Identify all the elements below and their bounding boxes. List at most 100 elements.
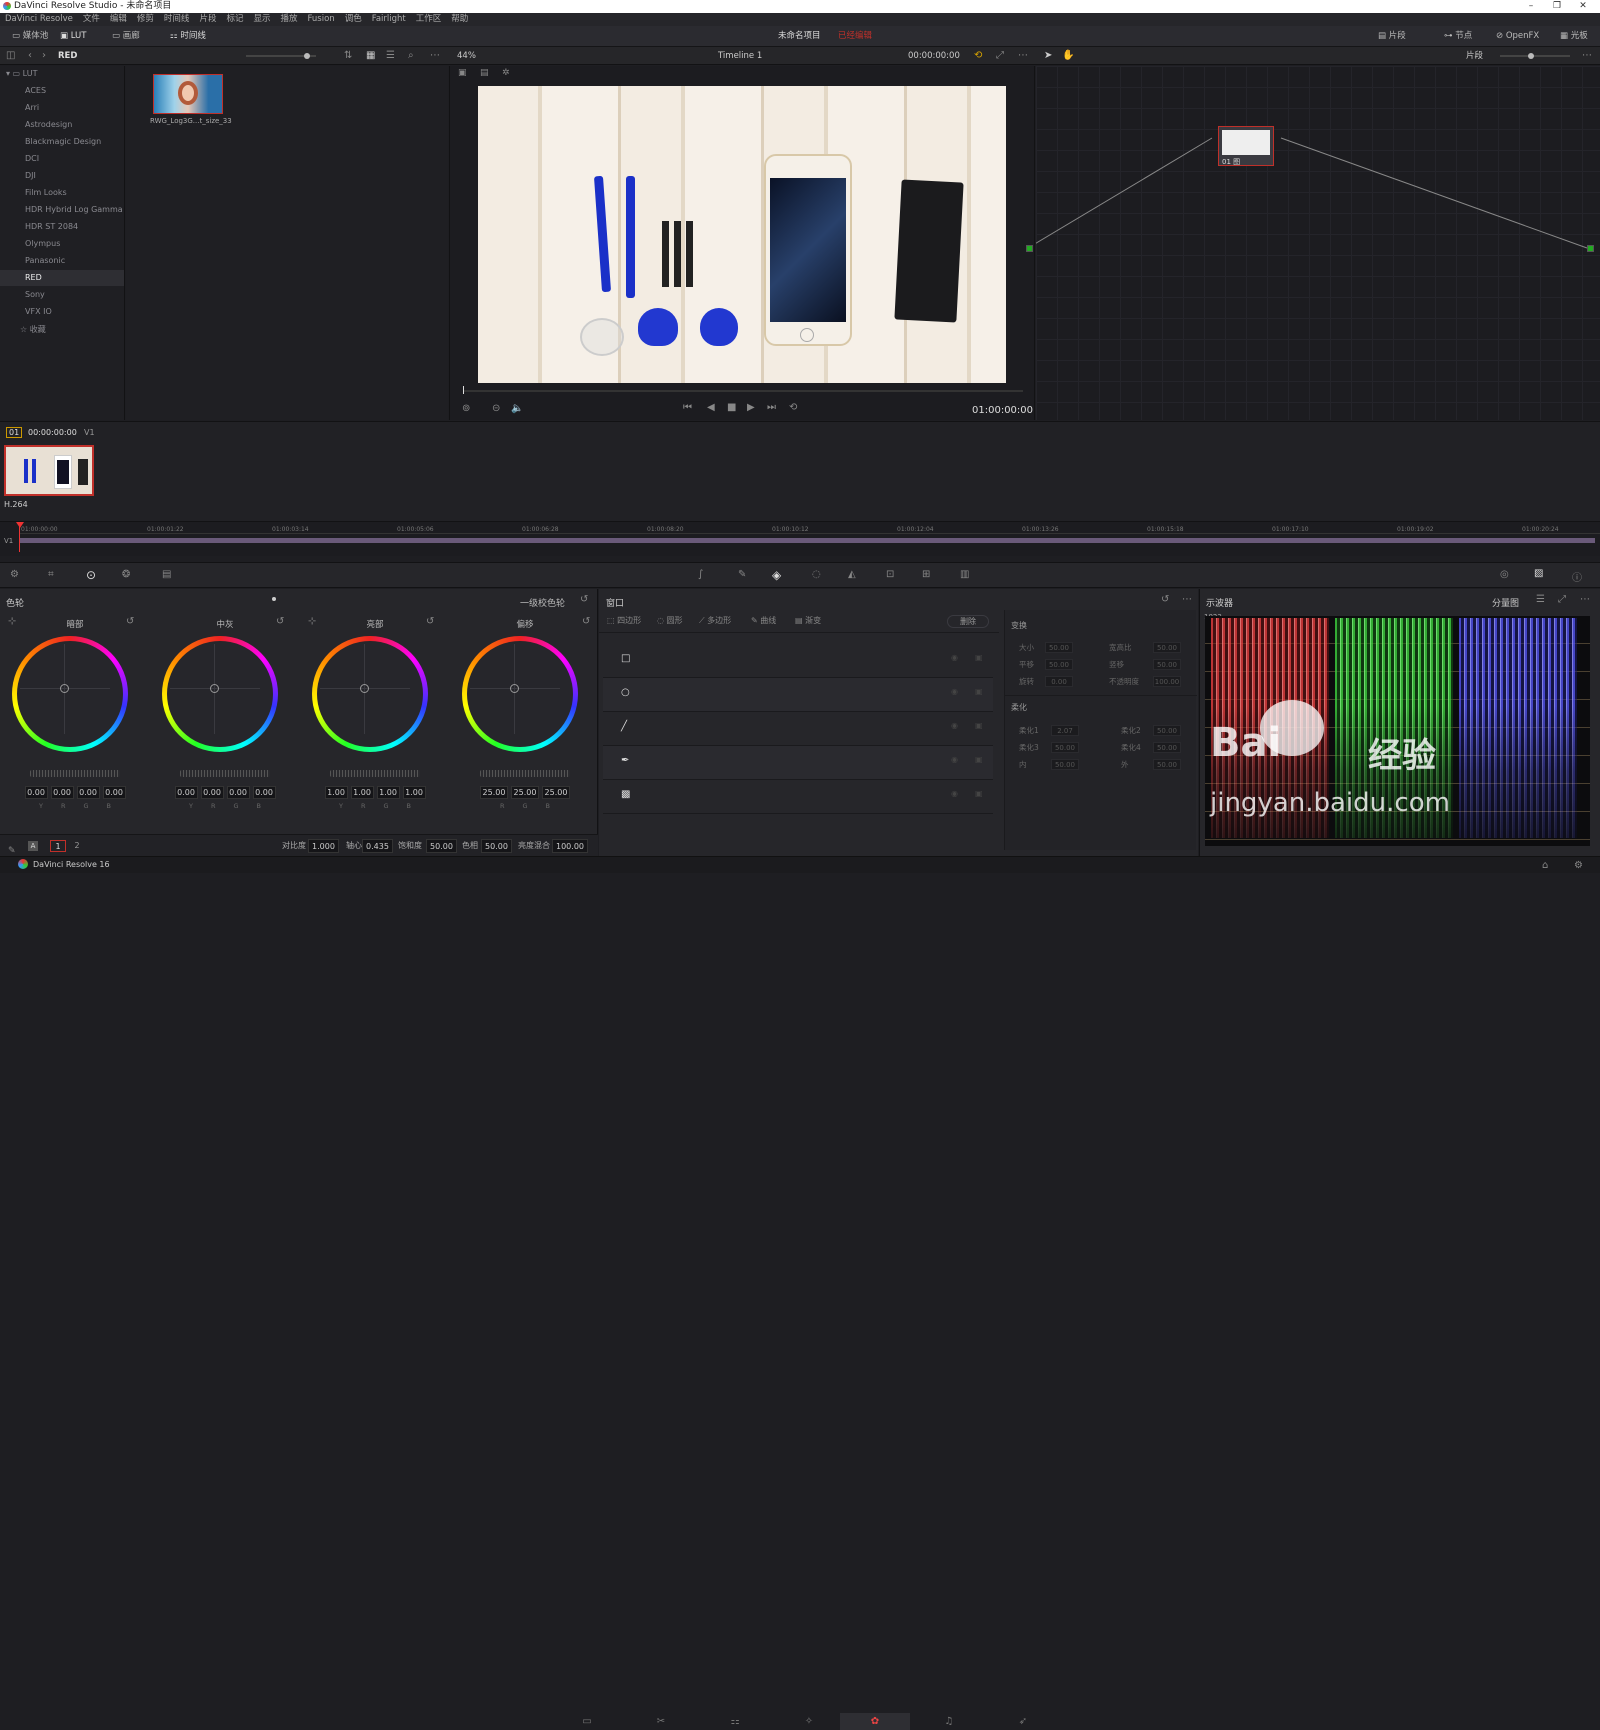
menu-item[interactable]: Fusion: [308, 14, 335, 24]
toggle-icon[interactable]: ▣: [975, 755, 983, 764]
color-match-icon[interactable]: ⌗: [48, 569, 54, 580]
cut-page-icon[interactable]: ✂: [626, 1713, 696, 1730]
wipe-icon[interactable]: ▤: [480, 68, 489, 78]
saturation-field[interactable]: 50.00: [426, 839, 457, 853]
menu-item[interactable]: 工作区: [416, 14, 442, 24]
offset-reset-icon[interactable]: ↺: [582, 616, 590, 627]
circle-tool[interactable]: ◌ 圆形: [657, 609, 683, 633]
offset-r[interactable]: 25.00: [480, 786, 508, 799]
lut-folder-item[interactable]: VFX IO: [25, 304, 52, 320]
grid-view-icon[interactable]: ▦: [366, 47, 375, 65]
tracker-icon[interactable]: ◌: [812, 569, 821, 580]
gallery-button[interactable]: ▭ 画廊: [108, 26, 144, 47]
menu-item[interactable]: 文件: [83, 14, 100, 24]
favorites-item[interactable]: ☆ 收藏: [20, 322, 46, 338]
sidebar-toggle-icon[interactable]: ◫: [6, 47, 15, 65]
slider-handle[interactable]: [1528, 53, 1534, 59]
gain-reset-icon[interactable]: ↺: [426, 616, 434, 627]
gamma-b[interactable]: 0.00: [252, 786, 276, 799]
blur-icon[interactable]: ◭: [848, 569, 856, 580]
slider-handle[interactable]: [304, 53, 310, 59]
3d-icon[interactable]: ▥: [960, 569, 969, 580]
clip-info-icon[interactable]: ⊝: [492, 403, 500, 414]
scope-expand-icon[interactable]: ⤢: [1558, 594, 1566, 605]
lut-folder-item[interactable]: Astrodesign: [25, 117, 72, 133]
media-pool-button[interactable]: ▭ 媒体池: [8, 26, 52, 47]
wheel-mode-select[interactable]: 一级校色轮: [520, 596, 565, 609]
loop-playback-icon[interactable]: ⟲: [789, 402, 797, 413]
window-row-quad[interactable]: □ ◉ ▣: [603, 644, 993, 678]
gamma-color-wheel[interactable]: [162, 636, 278, 752]
color-page-icon[interactable]: ✿: [840, 1713, 910, 1730]
deliver-page-icon[interactable]: ➶: [988, 1713, 1058, 1730]
clips-button[interactable]: ▤ 片段: [1374, 26, 1410, 47]
scrubber-playhead[interactable]: [463, 386, 464, 394]
audio-icon[interactable]: 🔈: [511, 403, 523, 414]
gamma-g[interactable]: 0.00: [226, 786, 250, 799]
invert-icon[interactable]: ◉: [951, 653, 958, 662]
openfx-button[interactable]: ⊘ OpenFX: [1492, 26, 1543, 47]
lut-folder-item[interactable]: ACES: [25, 83, 46, 99]
maximize-button[interactable]: ❐: [1544, 0, 1570, 13]
node-zoom-slider[interactable]: [1500, 53, 1570, 59]
field-value[interactable]: 2.07: [1051, 725, 1079, 736]
menu-item[interactable]: 修剪: [137, 14, 154, 24]
lut-folder-item-selected[interactable]: RED: [25, 270, 42, 286]
lut-folder-item[interactable]: HDR Hybrid Log Gamma: [25, 202, 123, 218]
library-button[interactable]: ▦ 光板: [1556, 26, 1592, 47]
gradient-tool[interactable]: ▤ 渐变: [795, 609, 821, 633]
lut-folder-item[interactable]: HDR ST 2084: [25, 219, 78, 235]
sizing-icon[interactable]: ⊞: [922, 569, 930, 580]
menu-item[interactable]: DaVinci Resolve: [5, 14, 73, 24]
settings-gear-icon[interactable]: ⚙: [1574, 860, 1583, 871]
hand-icon[interactable]: ✋: [1062, 47, 1074, 65]
contrast-field[interactable]: 1.000: [308, 839, 339, 853]
invert-icon[interactable]: ◉: [951, 789, 958, 798]
node-more-icon[interactable]: ⋯: [1582, 47, 1592, 65]
invert-icon[interactable]: ◉: [951, 755, 958, 764]
lift-b[interactable]: 0.00: [102, 786, 126, 799]
menu-item[interactable]: 编辑: [110, 14, 127, 24]
lightbox-icon[interactable]: ◎: [1500, 569, 1509, 580]
field-value[interactable]: 50.00: [1051, 759, 1079, 770]
menu-item[interactable]: 调色: [345, 14, 362, 24]
reverse-icon[interactable]: ◀: [707, 402, 715, 413]
wheel-handle[interactable]: [60, 684, 69, 693]
auto-icon[interactable]: A: [28, 841, 38, 851]
window-more-icon[interactable]: ⋯: [1182, 594, 1192, 605]
lut-folder-item[interactable]: Arri: [25, 100, 39, 116]
forward-icon[interactable]: ›: [42, 47, 46, 65]
node-mode-select[interactable]: 片段: [1466, 47, 1483, 65]
media-page-icon[interactable]: ▭: [552, 1713, 622, 1730]
fairlight-page-icon[interactable]: ♫: [914, 1713, 984, 1730]
fusion-page-icon[interactable]: ✧: [774, 1713, 844, 1730]
edit-page-icon[interactable]: ⚏: [700, 1713, 770, 1730]
jump-end-icon[interactable]: ⏭: [767, 402, 776, 413]
invert-icon[interactable]: ◉: [951, 687, 958, 696]
jump-start-icon[interactable]: ⏮: [683, 402, 692, 413]
pivot-field[interactable]: 0.435: [362, 839, 393, 853]
offset-g[interactable]: 25.00: [511, 786, 539, 799]
node-01[interactable]: 01 图: [1218, 126, 1274, 166]
lut-folder-item[interactable]: Film Looks: [25, 185, 67, 201]
toggle-icon[interactable]: ▣: [975, 789, 983, 798]
lift-r[interactable]: 0.00: [50, 786, 74, 799]
scope-settings-icon[interactable]: ☰: [1536, 594, 1545, 605]
gain-r[interactable]: 1.00: [350, 786, 374, 799]
menu-item[interactable]: 播放: [280, 14, 297, 24]
info-icon[interactable]: ⓘ: [1572, 569, 1582, 584]
node-input[interactable]: [1026, 245, 1033, 252]
field-value[interactable]: 100.00: [1153, 676, 1181, 687]
gamma-reset-icon[interactable]: ↺: [276, 616, 284, 627]
menu-item[interactable]: 显示: [253, 14, 270, 24]
wheel-handle[interactable]: [510, 684, 519, 693]
gamma-y[interactable]: 0.00: [174, 786, 198, 799]
scopes-icon[interactable]: ▨: [1534, 568, 1543, 579]
picker-icon[interactable]: ⊹: [8, 616, 16, 627]
lut-thumbnail[interactable]: [153, 74, 223, 114]
page-2-button[interactable]: 2: [70, 840, 84, 852]
lut-folder-item[interactable]: DJI: [25, 168, 36, 184]
scope-more-icon[interactable]: ⋯: [1580, 594, 1590, 605]
offset-master-wheel[interactable]: [480, 770, 570, 777]
scrubber-bar[interactable]: [463, 386, 1023, 394]
